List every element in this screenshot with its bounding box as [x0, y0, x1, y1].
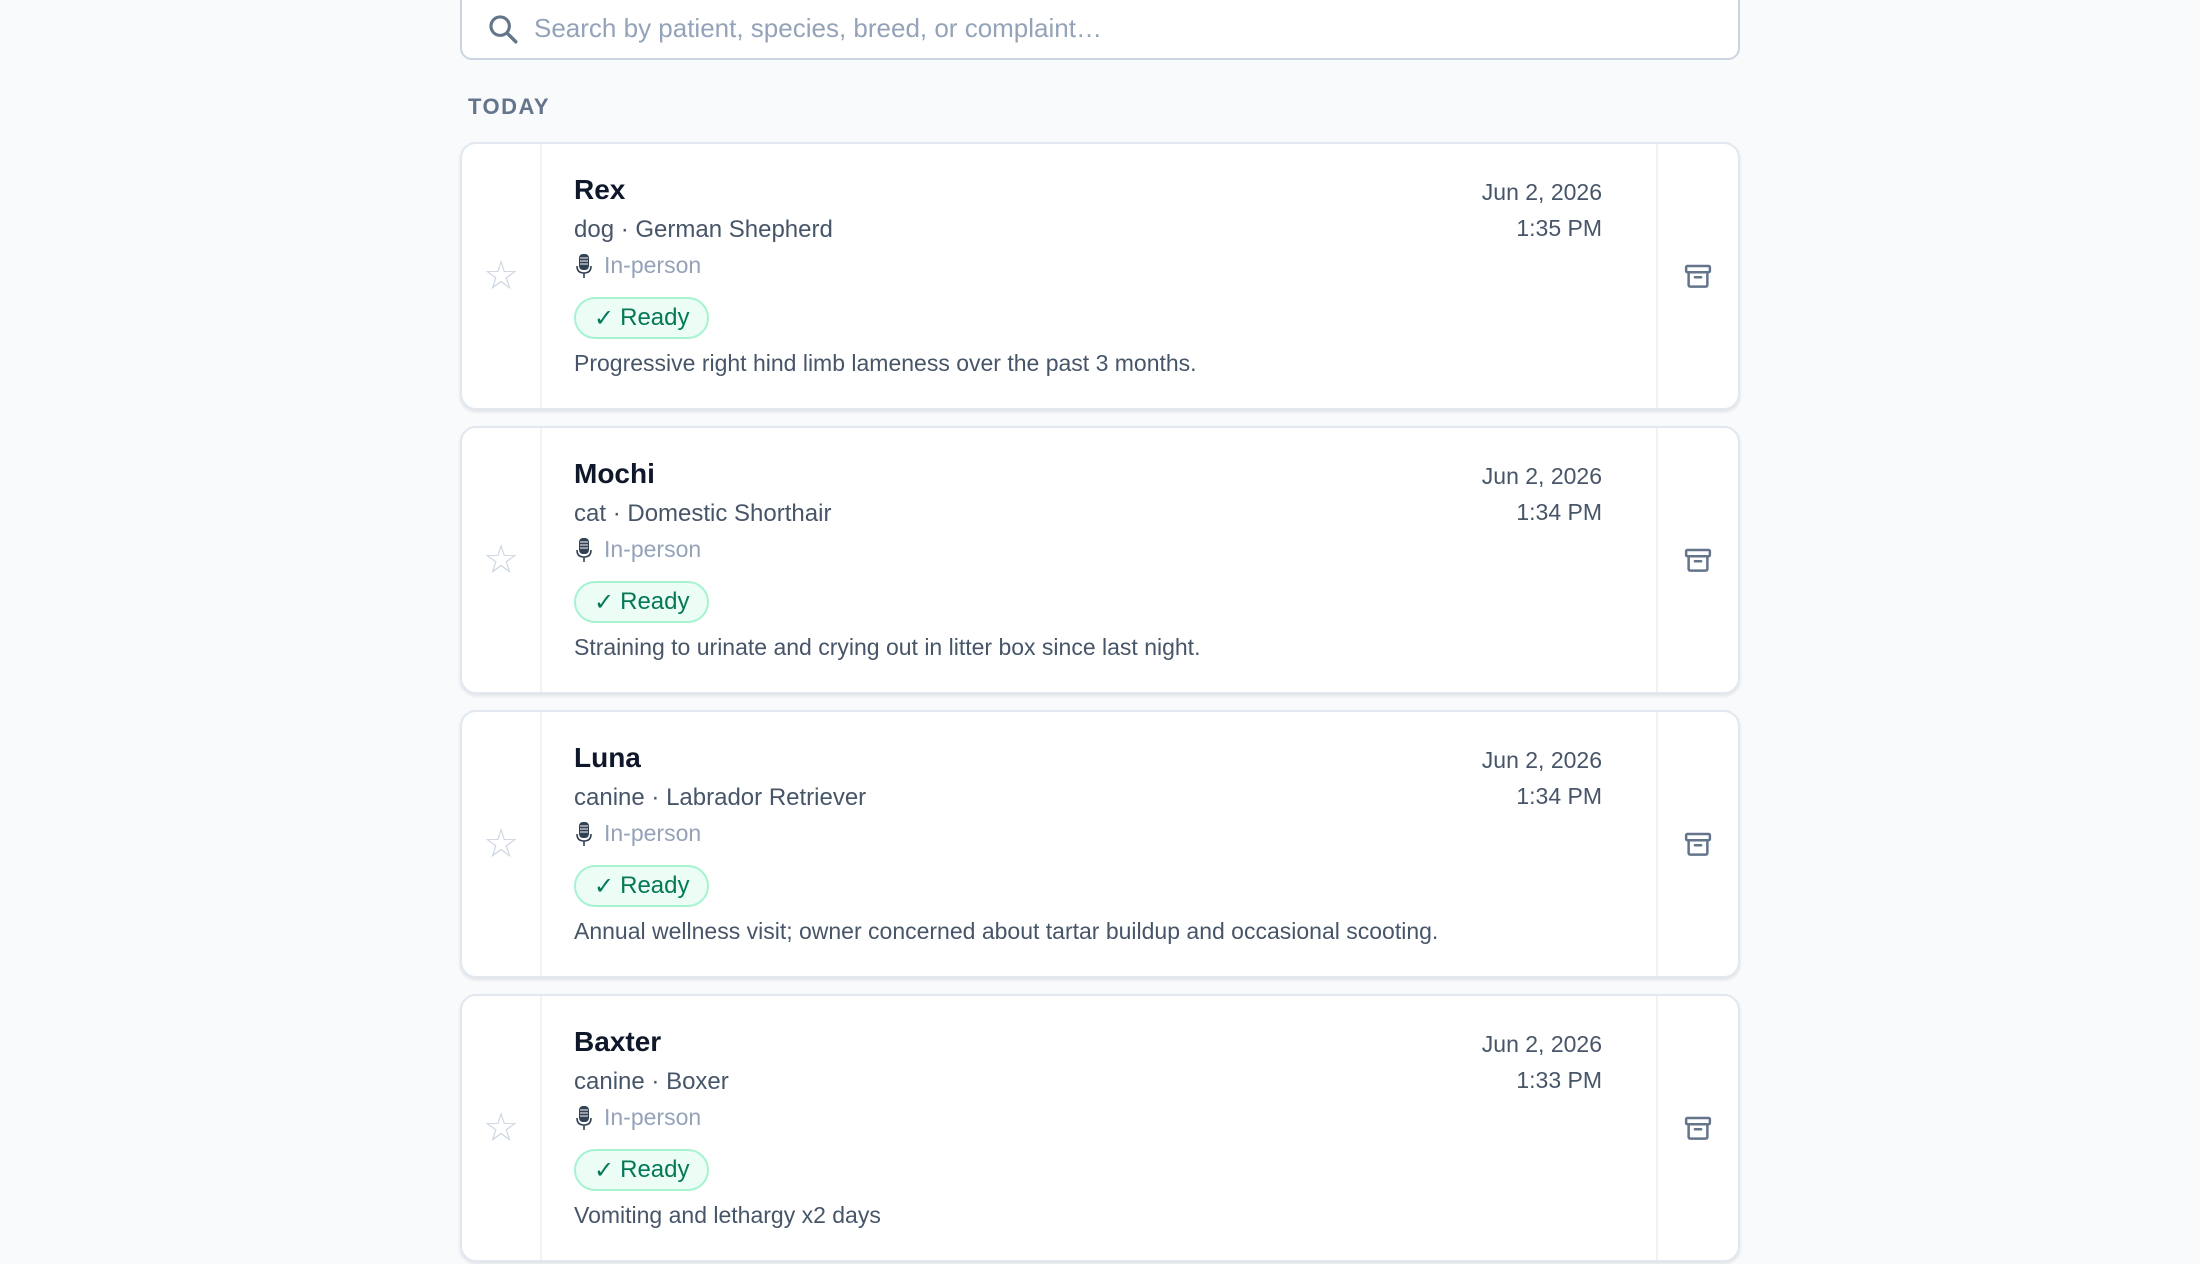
species-breed: canine · Boxer [574, 1068, 729, 1096]
visit-date: Jun 2, 2026 [1481, 179, 1602, 205]
archive-icon[interactable] [1683, 1113, 1713, 1143]
patient-name: Luna [574, 742, 641, 773]
breed: Labrador Retriever [666, 784, 867, 811]
favorite-toggle[interactable]: ☆ [462, 144, 542, 408]
species: canine [574, 1068, 645, 1095]
chief-complaint: Vomiting and lethargy x2 days [574, 1202, 881, 1228]
patient-name: Baxter [574, 1026, 662, 1057]
species: canine [574, 784, 645, 811]
archive-button[interactable] [1656, 996, 1738, 1260]
archive-button[interactable] [1656, 144, 1738, 408]
visit-timestamp: Jun 2, 2026 1:35 PM [1482, 174, 1602, 246]
archive-icon[interactable] [1683, 545, 1713, 575]
microphone-icon [576, 821, 592, 846]
breed: German Shepherd [635, 216, 833, 243]
visit-date: Jun 2, 2026 [1481, 1031, 1602, 1057]
species-breed: dog · German Shepherd [574, 216, 833, 244]
chief-complaint: Annual wellness visit; owner concerned a… [574, 918, 1439, 944]
species: dog [574, 216, 615, 243]
visit-timestamp: Jun 2, 2026 1:34 PM [1482, 458, 1602, 530]
species-breed: cat · Domestic Shorthair [574, 500, 831, 528]
patient-name: Rex [574, 174, 626, 205]
microphone-icon [576, 253, 592, 278]
archive-icon[interactable] [1683, 829, 1713, 859]
visit-card-body[interactable]: Rex dog · German Shepherd In-person ✓ Re… [574, 144, 1634, 408]
breed: Domestic Shorthair [627, 500, 832, 527]
microphone-icon [576, 537, 592, 562]
status-badge: ✓ Ready [574, 581, 710, 623]
status-label: Ready [620, 1156, 690, 1183]
visit-mode-label: In-person [604, 536, 702, 562]
star-icon[interactable]: ☆ [483, 824, 519, 864]
visit-timestamp: Jun 2, 2026 1:33 PM [1482, 1026, 1602, 1098]
meta-separator: · [651, 1068, 660, 1095]
status-label: Ready [620, 872, 690, 899]
star-icon[interactable]: ☆ [483, 540, 519, 580]
check-icon: ✓ [594, 588, 615, 616]
visit-mode-label: In-person [604, 820, 702, 846]
species-breed: canine · Labrador Retriever [574, 784, 866, 812]
section-heading-today: TODAY [468, 94, 551, 119]
status-badge: ✓ Ready [574, 297, 710, 339]
visit-date: Jun 2, 2026 [1481, 463, 1602, 489]
check-icon: ✓ [594, 304, 615, 332]
favorite-toggle[interactable]: ☆ [462, 712, 542, 976]
visit-mode: In-person [574, 252, 701, 279]
archive-icon[interactable] [1683, 261, 1713, 291]
visit-mode: In-person [574, 1104, 701, 1131]
search-input[interactable] [534, 4, 1714, 52]
status-label: Ready [620, 304, 690, 331]
star-icon[interactable]: ☆ [483, 1108, 519, 1148]
visit-card[interactable]: ☆ Rex dog · German Shepherd In-person ✓ … [460, 142, 1740, 410]
microphone-icon [576, 1105, 592, 1130]
visit-mode-label: In-person [604, 1104, 702, 1130]
visit-mode: In-person [574, 536, 701, 563]
check-icon: ✓ [594, 1156, 615, 1184]
visit-mode: In-person [574, 820, 701, 847]
visit-date: Jun 2, 2026 [1481, 747, 1602, 773]
visit-card-body[interactable]: Baxter canine · Boxer In-person ✓ Ready … [574, 996, 1634, 1260]
visit-mode-label: In-person [604, 252, 702, 278]
star-icon[interactable]: ☆ [483, 256, 519, 296]
search-bar [460, 0, 1740, 60]
status-badge: ✓ Ready [574, 1149, 710, 1191]
visit-time: 1:33 PM [1516, 1067, 1602, 1093]
visit-card[interactable]: ☆ Mochi cat · Domestic Shorthair In-pers… [460, 426, 1740, 694]
check-icon: ✓ [594, 872, 615, 900]
visit-card[interactable]: ☆ Luna canine · Labrador Retriever In-pe… [460, 710, 1740, 978]
visit-card-body[interactable]: Luna canine · Labrador Retriever In-pers… [574, 712, 1634, 976]
archive-button[interactable] [1656, 428, 1738, 692]
visit-time: 1:34 PM [1516, 499, 1602, 525]
species: cat [574, 500, 607, 527]
visit-time: 1:34 PM [1516, 783, 1602, 809]
chief-complaint: Progressive right hind limb lameness ove… [574, 350, 1197, 376]
breed: Boxer [666, 1068, 729, 1095]
meta-separator: · [651, 784, 660, 811]
favorite-toggle[interactable]: ☆ [462, 996, 542, 1260]
chief-complaint: Straining to urinate and crying out in l… [574, 634, 1201, 660]
favorite-toggle[interactable]: ☆ [462, 428, 542, 692]
visit-time: 1:35 PM [1516, 215, 1602, 241]
visit-card[interactable]: ☆ Baxter canine · Boxer In-person ✓ Read… [460, 994, 1740, 1262]
visit-card-body[interactable]: Mochi cat · Domestic Shorthair In-person [574, 428, 1634, 692]
status-label: Ready [620, 588, 690, 615]
archive-button[interactable] [1656, 712, 1738, 976]
meta-separator: · [620, 216, 629, 243]
patient-name: Mochi [574, 458, 655, 489]
search-icon [489, 15, 518, 44]
status-badge: ✓ Ready [574, 865, 710, 907]
visit-timestamp: Jun 2, 2026 1:34 PM [1482, 742, 1602, 814]
meta-separator: · [612, 500, 621, 527]
